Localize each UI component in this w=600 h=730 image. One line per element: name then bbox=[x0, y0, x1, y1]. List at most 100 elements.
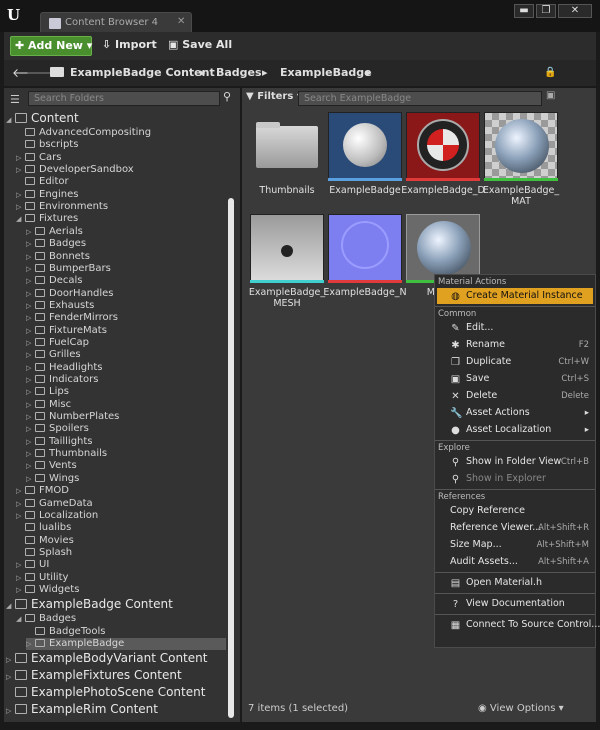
breadcrumb-separator-icon[interactable]: ▸ bbox=[200, 66, 206, 79]
minimize-button[interactable]: ▬ bbox=[514, 4, 534, 18]
menu-item[interactable]: ▦ Connect To Source Control... bbox=[437, 617, 600, 633]
tree-item[interactable]: ◢ Badges bbox=[16, 613, 226, 625]
menu-item[interactable]: ✱ Rename F2 bbox=[437, 337, 593, 353]
tree-item[interactable]: ▷ FenderMirrors bbox=[26, 312, 226, 324]
menu-item[interactable]: ✕ Delete Delete bbox=[437, 388, 593, 404]
expand-right-icon[interactable]: ▷ bbox=[26, 399, 35, 411]
menu-item[interactable]: Reference Viewer... Alt+Shift+R bbox=[437, 520, 593, 536]
tree-item[interactable]: ▷ Headlights bbox=[26, 362, 226, 374]
tree-item[interactable]: ▷ NumberPlates bbox=[26, 411, 226, 423]
tree-item[interactable]: AdvancedCompositing bbox=[16, 127, 226, 139]
tree-item[interactable]: ▷ Taillights bbox=[26, 436, 226, 448]
expand-right-icon[interactable]: ▷ bbox=[26, 251, 35, 263]
expand-right-icon[interactable]: ▷ bbox=[26, 349, 35, 361]
tree-item[interactable]: ▷ Bonnets bbox=[26, 251, 226, 263]
expand-down-icon[interactable]: ◢ bbox=[6, 598, 15, 615]
tree-item[interactable]: ▷ Wings bbox=[26, 473, 226, 485]
expand-down-icon[interactable]: ◢ bbox=[6, 112, 15, 129]
tree-item[interactable]: ▷ ExampleFixtures Content bbox=[6, 667, 226, 684]
tree-item[interactable]: ▷ Widgets bbox=[16, 584, 226, 596]
tree-item[interactable]: bscripts bbox=[16, 139, 226, 151]
breadcrumb-separator-icon[interactable]: ▸ bbox=[262, 66, 268, 79]
expand-right-icon[interactable]: ▷ bbox=[26, 436, 35, 448]
expand-right-icon[interactable]: ▷ bbox=[26, 226, 35, 238]
tree-item[interactable]: ▷ FuelCap bbox=[26, 337, 226, 349]
view-options-button[interactable]: ◉ View Options ▾ bbox=[478, 703, 564, 714]
search-icon[interactable]: ⚲ bbox=[223, 90, 231, 103]
breadcrumb-separator-icon[interactable]: ▸ bbox=[366, 66, 372, 79]
tree-item[interactable]: ▷ DeveloperSandbox bbox=[16, 164, 226, 176]
expand-right-icon[interactable]: ▷ bbox=[16, 485, 25, 497]
tree-item[interactable]: ▷ Vents bbox=[26, 460, 226, 472]
tree-item[interactable]: ▷ Spoilers bbox=[26, 423, 226, 435]
breadcrumb-item[interactable]: Badges bbox=[216, 66, 262, 79]
tree-item[interactable]: ▷ FixtureMats bbox=[26, 325, 226, 337]
expand-right-icon[interactable]: ▷ bbox=[26, 288, 35, 300]
expand-right-icon[interactable]: ▷ bbox=[16, 572, 25, 584]
expand-down-icon[interactable]: ◢ bbox=[16, 213, 25, 225]
tab-content-browser[interactable]: Content Browser 4 ✕ bbox=[40, 12, 192, 34]
toggle-sources-icon[interactable]: ☰ bbox=[10, 93, 20, 106]
expand-right-icon[interactable]: ▷ bbox=[26, 386, 35, 398]
expand-right-icon[interactable]: ▷ bbox=[26, 448, 35, 460]
menu-item[interactable]: ? View Documentation bbox=[437, 596, 593, 612]
tree-item[interactable]: ▷ ExampleBodyVariant Content bbox=[6, 650, 226, 667]
tab-close-icon[interactable]: ✕ bbox=[177, 16, 185, 27]
asset-tile[interactable]: ExampleBadge_N bbox=[323, 214, 407, 306]
menu-item[interactable]: Audit Assets... Alt+Shift+A bbox=[437, 554, 593, 570]
menu-item[interactable]: ❐ Duplicate Ctrl+W bbox=[437, 354, 593, 370]
tree-item[interactable]: ▷ FMOD bbox=[16, 485, 226, 497]
tree-item[interactable]: ◢ Fixtures bbox=[16, 213, 226, 225]
expand-right-icon[interactable]: ▷ bbox=[26, 473, 35, 485]
menu-item[interactable]: ▣ Save Ctrl+S bbox=[437, 371, 593, 387]
tree-item[interactable]: ◢ Content bbox=[6, 110, 226, 127]
tree-item[interactable]: ▷ Environments bbox=[16, 201, 226, 213]
tree-item[interactable]: ▷ Thumbnails bbox=[26, 448, 226, 460]
expand-right-icon[interactable]: ▷ bbox=[16, 189, 25, 201]
expand-down-icon[interactable]: ◢ bbox=[16, 613, 25, 625]
expand-right-icon[interactable]: ▷ bbox=[16, 559, 25, 571]
tree-item[interactable]: ▷ Exhausts bbox=[26, 300, 226, 312]
expand-right-icon[interactable]: ▷ bbox=[26, 460, 35, 472]
tree-item[interactable]: ▷ Indicators bbox=[26, 374, 226, 386]
tree-item[interactable]: ◢ ExampleBadge Content bbox=[6, 596, 226, 613]
tree-item[interactable]: ▷ UI bbox=[16, 559, 226, 571]
lock-icon[interactable]: 🔒 bbox=[544, 67, 556, 78]
expand-right-icon[interactable]: ▷ bbox=[16, 498, 25, 510]
expand-right-icon[interactable]: ▷ bbox=[16, 201, 25, 213]
tree-item[interactable]: ▷ Grilles bbox=[26, 349, 226, 361]
tree-item[interactable]: ▷ Localization bbox=[16, 510, 226, 522]
import-button[interactable]: ⇩ Import bbox=[102, 38, 157, 51]
tree-item[interactable]: ▷ GameData bbox=[16, 498, 226, 510]
expand-right-icon[interactable]: ▷ bbox=[26, 411, 35, 423]
tree-item[interactable]: Movies bbox=[16, 535, 226, 547]
tree-item[interactable]: ▷ Engines bbox=[16, 189, 226, 201]
expand-right-icon[interactable]: ▷ bbox=[16, 152, 25, 164]
menu-item[interactable]: ◍ Create Material Instance bbox=[437, 288, 593, 304]
expand-right-icon[interactable]: ▷ bbox=[26, 312, 35, 324]
menu-item[interactable]: ● Asset Localization ▸ bbox=[437, 422, 593, 438]
expand-right-icon[interactable]: ▷ bbox=[26, 423, 35, 435]
expand-right-icon[interactable]: ▷ bbox=[26, 300, 35, 312]
expand-right-icon[interactable]: ▷ bbox=[16, 584, 25, 596]
search-folders-input[interactable]: Search Folders bbox=[28, 91, 220, 106]
expand-right-icon[interactable]: ▷ bbox=[16, 164, 25, 176]
breadcrumb-item[interactable]: ExampleBadge bbox=[280, 66, 372, 79]
tree-item[interactable]: Editor bbox=[16, 176, 226, 188]
expand-right-icon[interactable]: ▷ bbox=[26, 238, 35, 250]
expand-right-icon[interactable]: ▷ bbox=[26, 374, 35, 386]
tree-item[interactable]: ▷ Misc bbox=[26, 399, 226, 411]
tree-scrollbar[interactable] bbox=[228, 198, 234, 718]
menu-item[interactable]: ▤ Open Material.h bbox=[437, 575, 593, 591]
expand-right-icon[interactable]: ▷ bbox=[26, 275, 35, 287]
tree-item[interactable]: ▷ BumperBars bbox=[26, 263, 226, 275]
tree-item[interactable]: ▷ Decals bbox=[26, 275, 226, 287]
save-all-button[interactable]: ▣ Save All bbox=[168, 38, 232, 51]
expand-right-icon[interactable]: ▷ bbox=[26, 263, 35, 275]
tree-item[interactable]: ▷ Aerials bbox=[26, 226, 226, 238]
tree-item[interactable]: ExamplePhotoScene Content bbox=[6, 684, 226, 701]
maximize-button[interactable]: ❐ bbox=[536, 4, 556, 18]
expand-right-icon[interactable]: ▷ bbox=[16, 510, 25, 522]
tree-item[interactable]: BadgeTools bbox=[26, 626, 226, 638]
asset-tile[interactable]: ExampleBadge_ MAT bbox=[482, 112, 560, 207]
